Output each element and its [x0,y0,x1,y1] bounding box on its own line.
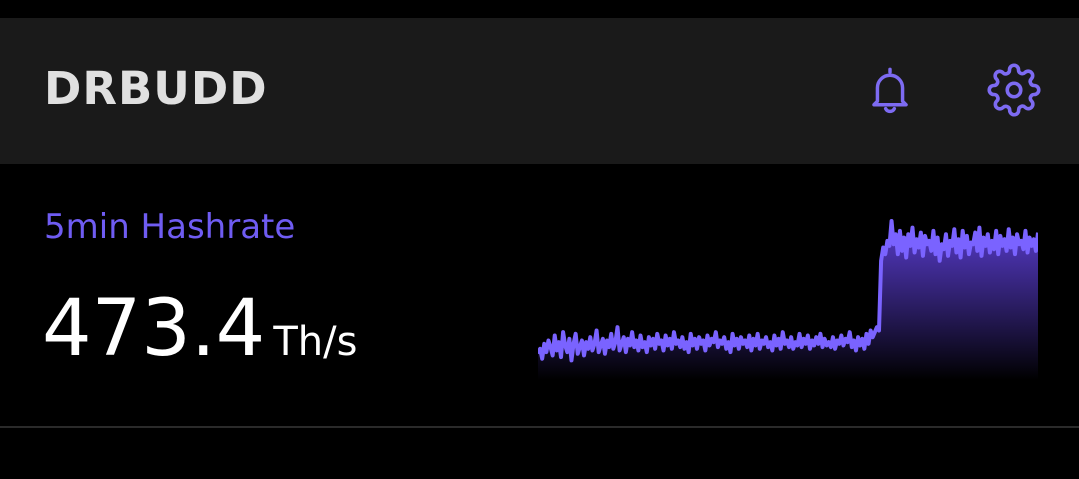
hashrate-value: 473.4 [42,284,266,374]
bell-icon [872,67,908,114]
settings-button[interactable] [986,62,1042,118]
notifications-button[interactable] [862,62,918,118]
miner-name: DRBUDD [44,62,268,115]
gear-icon [987,63,1041,117]
app-screen: DRBUDD 5min Hashrate 473.4 Th/s [0,0,1079,479]
section-divider [0,426,1079,428]
hashrate-unit: Th/s [273,319,358,365]
hashrate-sparkline [538,218,1038,380]
hashrate-reading: 473.4 Th/s [42,290,357,368]
hashrate-label: 5min Hashrate [44,207,296,247]
